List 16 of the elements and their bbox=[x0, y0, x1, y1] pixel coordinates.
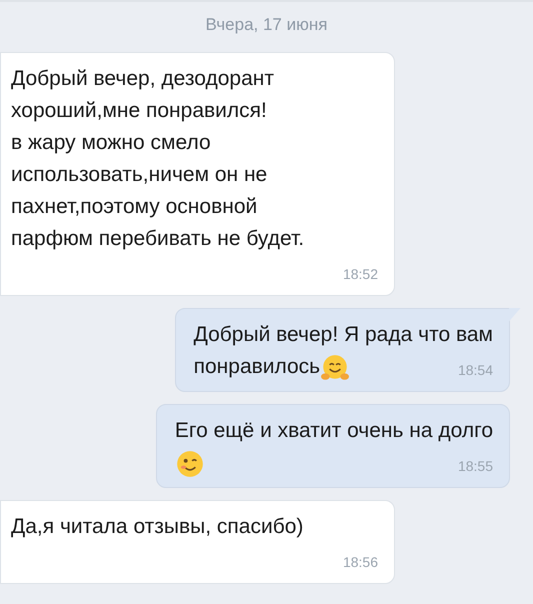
message-time: 18:52 bbox=[342, 264, 378, 284]
date-divider: Вчера, 17 июня bbox=[206, 14, 328, 36]
message-text-line: использовать,ничем он не bbox=[11, 162, 268, 186]
message-time: 18:56 bbox=[342, 552, 378, 572]
message-text-line: парфюм перебивать не будет. bbox=[11, 226, 304, 250]
message-text-line: хороший,мне понравился! bbox=[11, 98, 267, 122]
message-text-line: пахнет,поэтому основной bbox=[11, 194, 258, 218]
message-text-line: Добрый вечер! Я рада что вам bbox=[194, 322, 493, 346]
message-text-line: в жару можно смело bbox=[11, 130, 211, 154]
message-time: 18:54 bbox=[458, 360, 493, 380]
message-text-line: Его ещё и хватит очень на долго bbox=[174, 418, 493, 442]
hugging-face-emoji-icon bbox=[320, 352, 350, 382]
message-text-line: понравилось bbox=[194, 354, 320, 378]
message-time: 18:55 bbox=[458, 456, 493, 476]
message-text-line: Да,я читала отзывы, спасибо) bbox=[11, 514, 304, 538]
message-text-line: Добрый вечер, дезодорант bbox=[11, 66, 274, 90]
